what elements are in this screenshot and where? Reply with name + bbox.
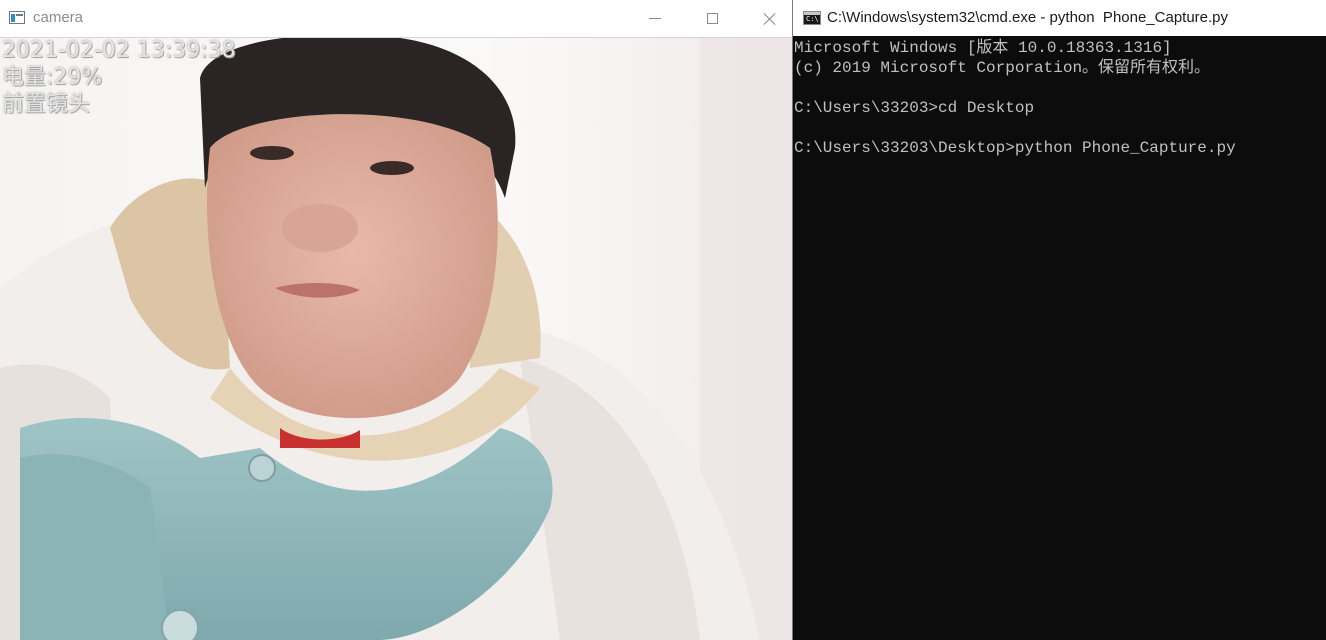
console-line: C:\Users\33203>cd Desktop (794, 99, 1035, 117)
cmd-window[interactable]: C:\ C:\Windows\system32\cmd.exe - python… (792, 0, 1326, 640)
console-output[interactable]: Microsoft Windows [版本 10.0.18363.1316] (… (793, 36, 1326, 640)
camera-titlebar[interactable]: camera (0, 0, 792, 38)
cmd-icon-label: C:\ (806, 15, 819, 23)
overlay-camera-label: 前置镜头 (2, 92, 91, 117)
maximize-icon (706, 13, 718, 24)
camera-window-title: camera (33, 9, 84, 26)
minimize-icon (649, 18, 661, 19)
overlay-battery: 电量:29% (2, 65, 103, 90)
camera-window[interactable]: camera 2021-02-02 13:39:38 电量:29% 前置镜头 (0, 0, 792, 640)
camera-frame-image (0, 38, 792, 640)
console-line: C:\Users\33203\Desktop>python Phone_Capt… (794, 139, 1236, 157)
close-icon (763, 12, 777, 26)
camera-feed: 2021-02-02 13:39:38 电量:29% 前置镜头 (0, 38, 792, 640)
console-line: Microsoft Windows [版本 10.0.18363.1316] (794, 39, 1172, 57)
cmd-window-title: C:\Windows\system32\cmd.exe - python Pho… (827, 9, 1229, 26)
overlay-timestamp: 2021-02-02 13:39:38 (2, 38, 236, 63)
minimize-button[interactable] (632, 0, 678, 37)
cmd-icon: C:\ (803, 11, 821, 25)
close-button[interactable] (747, 0, 792, 37)
app-window-icon (9, 11, 25, 24)
maximize-button[interactable] (689, 0, 735, 37)
cmd-titlebar[interactable]: C:\ C:\Windows\system32\cmd.exe - python… (793, 0, 1326, 36)
desktop: camera 2021-02-02 13:39:38 电量:29% 前置镜头 C… (0, 0, 1326, 640)
console-line: (c) 2019 Microsoft Corporation。保留所有权利。 (794, 59, 1211, 77)
